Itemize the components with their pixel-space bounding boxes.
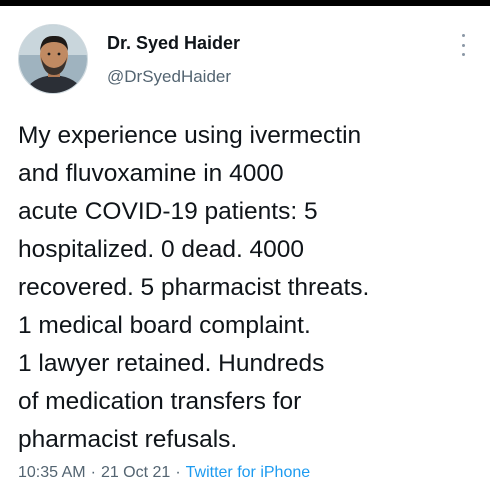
tweet-card: Dr. Syed Haider @DrSyedHaider My experie… [0,6,490,500]
more-dot [461,34,465,37]
tweet-text: My experience using ivermectin and fluvo… [18,122,370,453]
author-handle[interactable]: @DrSyedHaider [107,66,240,88]
author-info: Dr. Syed Haider @DrSyedHaider [107,32,240,88]
more-dot [461,53,465,56]
meta-separator: · [90,464,96,481]
tweet-meta: 10:35 AM · 21 Oct 21 · Twitter for iPhone [18,462,310,484]
author-avatar[interactable] [18,24,88,94]
more-dot [461,43,465,47]
more-vertical-icon[interactable] [458,34,468,56]
profile-photo-avatar [19,25,87,93]
tweet-date[interactable]: 21 Oct 21 [101,464,170,481]
meta-separator: · [175,464,181,481]
tweet-time[interactable]: 10:35 AM [18,464,86,481]
tweet-source[interactable]: Twitter for iPhone [186,464,311,481]
author-display-name[interactable]: Dr. Syed Haider [107,32,240,54]
